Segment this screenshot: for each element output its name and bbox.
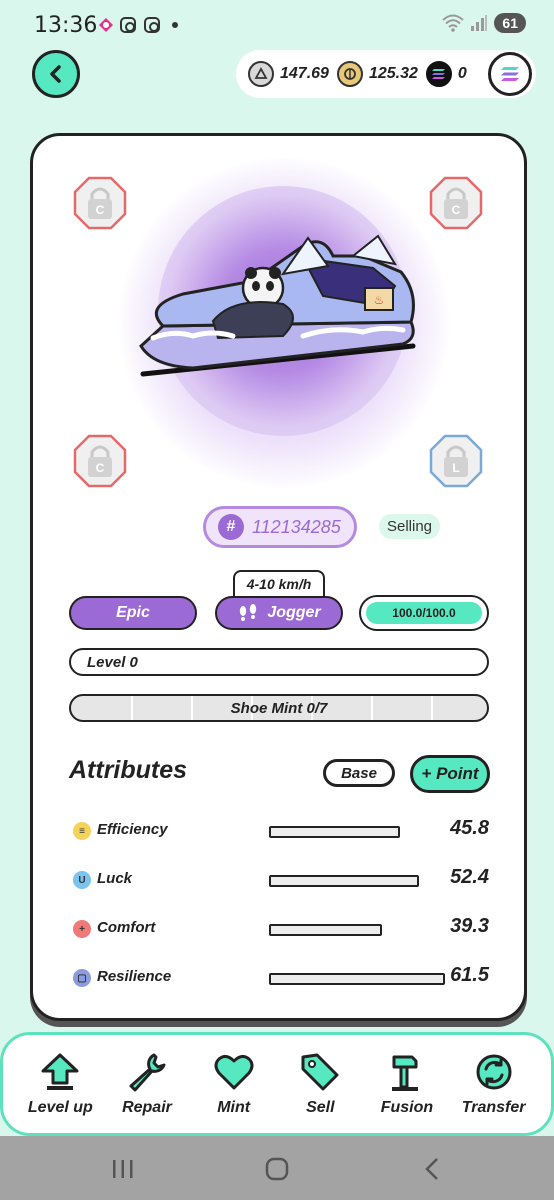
attribute-label: Luck [97,870,133,887]
attribute-row-comfort: + Comfort 39.3 [69,914,489,942]
sneaker-type: Jogger [267,604,321,621]
attribute-value: 52.4 [450,866,489,888]
wallet-balances: 147.69 125.32 0 [236,50,536,98]
gmt-coin-icon [336,61,363,87]
level-up-button[interactable]: Level up [21,1051,99,1117]
back-nav-icon[interactable] [420,1156,446,1182]
action-label: Level up [27,1099,93,1116]
gmt-balance: 125.32 [336,61,418,87]
gem-slot-locked[interactable]: C [73,176,127,230]
fusion-button[interactable]: Fusion [368,1051,446,1117]
chevron-left-icon [50,65,61,83]
sneaker-image[interactable]: ♨ [133,226,423,386]
svg-text:C: C [96,461,105,475]
svg-text:L: L [452,461,459,475]
shoe-mint-label: Shoe Mint 0/7 [230,699,328,717]
level-up-icon [41,1053,79,1090]
sol-coin-icon [425,61,452,87]
gem-slot-locked[interactable]: C [73,434,127,488]
more-notifications-dot [172,22,178,28]
hash-icon: # [218,514,244,540]
attribute-row-efficiency: ≡ Efficiency 45.8 [69,816,489,844]
action-label: Repair [122,1099,172,1116]
gmt-value: 125.32 [368,65,418,82]
attribute-value: 39.3 [450,915,489,937]
attribute-row-resilience: ▢ Resilience 61.5 [69,963,489,991]
mint-button[interactable]: Mint [195,1051,273,1117]
status-time: 13:36 [34,13,98,38]
attribute-value: 61.5 [450,964,489,986]
back-button[interactable] [32,50,80,98]
attribute-bar-fill [269,924,382,936]
svg-text:C: C [96,203,105,217]
recent-apps-icon[interactable] [110,1156,136,1182]
attribute-bar [269,826,445,838]
solana-chain-button[interactable] [488,52,532,96]
action-label: Mint [217,1099,251,1116]
repair-button[interactable]: Repair [108,1051,186,1117]
add-point-button[interactable]: + Point [410,755,490,793]
app-notification-icon [99,18,113,32]
comfort-icon: + [73,920,91,938]
instagram-notification-icon [120,17,136,33]
shoe-mint-bar: Shoe Mint 0/7 [69,694,489,722]
hammer-icon [391,1055,418,1091]
attribute-label: Efficiency [97,821,168,838]
action-bar: Level up Repair Mint Sell Fusion Transfe… [0,1032,554,1136]
sol-balance: 0 [425,61,467,87]
sell-button[interactable]: Sell [281,1051,359,1117]
attribute-bar [269,924,445,936]
attribute-bar [269,973,445,985]
system-navigation-bar [0,1136,554,1200]
gem-slot-locked[interactable]: C [429,176,483,230]
attribute-bar-fill [269,826,401,838]
attribute-bar-fill [269,875,419,887]
instagram-notification-icon [144,17,160,33]
sneaker-id: 112134285 [252,516,341,537]
attribute-bar-fill [269,973,445,985]
attribute-label: Resilience [97,968,172,985]
status-badge: Selling [379,514,441,539]
gem-slot-locked[interactable]: L [429,434,483,488]
speed-range-label: 4-10 km/h [233,570,325,598]
svg-text:♨: ♨ [374,293,385,307]
sneaker-card: ♨ C C C L # 112134285 Selling 4-10 km/h … [30,133,527,1021]
tag-icon [301,1053,339,1091]
rarity-badge: Epic [69,596,197,630]
solana-icon [501,67,519,81]
wifi-icon [442,14,465,32]
gst-coin-icon [248,61,274,87]
action-label: Fusion [380,1099,434,1116]
gst-value: 147.69 [280,65,329,82]
sneaker-type-badge: Jogger [215,596,343,630]
luck-icon: U [73,871,91,889]
status-bar: 13:36 61 [0,0,554,52]
footprints-icon [240,604,257,621]
attribute-value: 45.8 [450,817,489,839]
action-label: Sell [306,1099,335,1116]
attribute-label: Comfort [97,919,156,936]
attribute-bar [269,875,445,887]
action-label: Transfer [461,1099,526,1116]
durability-value: 100.0/100.0 [366,602,482,624]
resilience-icon: ▢ [73,969,91,987]
attribute-row-luck: U Luck 52.4 [69,865,489,893]
level-bar: Level 0 [69,648,489,676]
home-icon[interactable] [264,1156,290,1182]
base-button[interactable]: Base [323,759,395,787]
transfer-icon [476,1054,512,1090]
svg-text:C: C [452,203,461,217]
efficiency-icon: ≡ [73,822,91,840]
wrench-icon [129,1053,166,1092]
durability-bar: 100.0/100.0 [359,595,489,631]
signal-icon [471,15,488,31]
battery-indicator: 61 [494,13,526,33]
heart-icon [214,1054,254,1090]
sol-value: 0 [457,65,467,82]
attributes-title: Attributes [69,756,188,784]
gst-balance: 147.69 [248,61,329,87]
transfer-button[interactable]: Transfer [455,1051,533,1117]
sneaker-id-badge: # 112134285 [203,506,357,548]
